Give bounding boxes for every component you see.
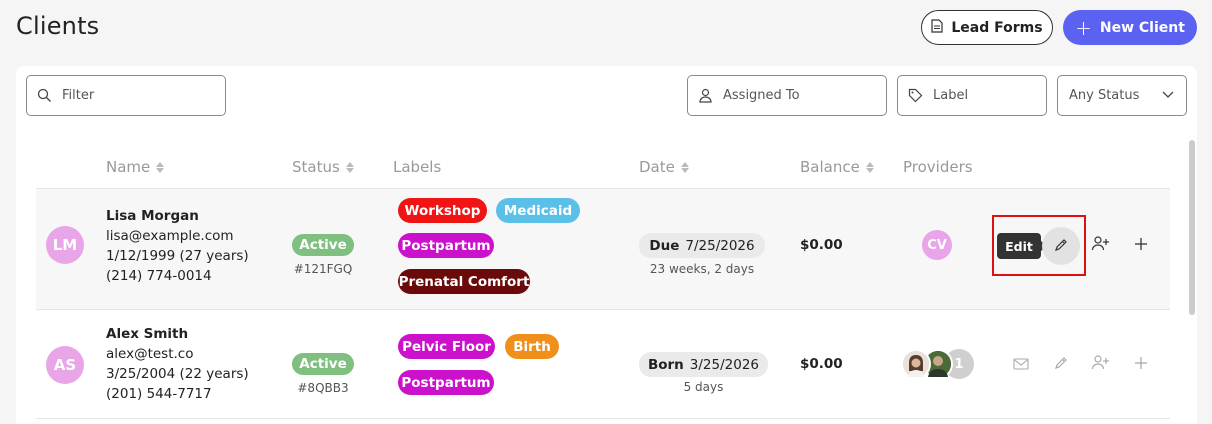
client-info: Lisa Morgan lisa@example.com 1/12/1999 (… — [106, 206, 249, 286]
label-tag: Pelvic Floor — [398, 334, 495, 359]
lead-forms-label: Lead Forms — [951, 19, 1043, 36]
date-detail: 5 days — [683, 380, 724, 394]
column-header-balance[interactable]: Balance — [800, 158, 874, 176]
date-value: 3/25/2026 — [689, 356, 760, 373]
date-pill: Due 7/25/2026 — [639, 233, 765, 258]
highlight-box — [992, 215, 1086, 276]
page-title: Clients — [16, 12, 100, 40]
label-tag: Medicaid — [496, 198, 580, 223]
chevron-down-icon — [1162, 88, 1174, 103]
add-provider-button[interactable] — [1089, 233, 1113, 257]
label-filter[interactable]: Label — [897, 75, 1047, 116]
column-header-labels: Labels — [393, 158, 442, 176]
provider-avatar[interactable] — [901, 349, 931, 379]
client-email: alex@test.co — [106, 346, 194, 362]
plus-icon — [1134, 355, 1148, 374]
status-badge: Active — [292, 353, 354, 375]
date-kind: Due — [649, 237, 680, 254]
user-icon — [698, 88, 713, 103]
edit-button[interactable] — [1049, 352, 1073, 376]
label-tag: Workshop — [398, 198, 487, 223]
client-phone: (201) 544-7717 — [106, 386, 212, 402]
mail-icon — [1013, 355, 1029, 374]
pencil-icon — [1054, 355, 1068, 374]
label-tag: Postpartum — [398, 233, 494, 258]
filter-input[interactable]: Filter — [26, 75, 226, 116]
status-id: #121FGQ — [293, 262, 353, 276]
status-id: #8QBB3 — [297, 381, 349, 395]
column-header-providers: Providers — [903, 158, 973, 176]
client-info: Alex Smith alex@test.co 3/25/2004 (22 ye… — [106, 324, 249, 404]
provider-avatar[interactable]: CV — [922, 230, 952, 260]
status-badge: Active — [292, 234, 354, 256]
filter-placeholder: Filter — [62, 88, 95, 103]
balance-value: $0.00 — [800, 237, 843, 253]
avatar: AS — [46, 346, 84, 384]
client-phone: (214) 774-0014 — [106, 268, 212, 284]
date-value: 7/25/2026 — [685, 237, 755, 254]
sort-icon — [156, 161, 165, 173]
column-header-status[interactable]: Status — [292, 158, 354, 176]
plus-icon: + — [1075, 15, 1092, 40]
column-header-name[interactable]: Name — [106, 158, 165, 176]
label-tag: Birth — [505, 334, 559, 359]
label-placeholder: Label — [933, 88, 969, 103]
sort-icon — [680, 161, 689, 173]
tag-icon — [908, 88, 923, 103]
balance-value: $0.00 — [800, 356, 843, 372]
date-pill: Born 3/25/2026 — [639, 352, 768, 377]
avatar: LM — [46, 226, 84, 264]
add-button[interactable] — [1129, 233, 1153, 257]
label-tag: Prenatal Comfort — [398, 269, 530, 294]
label-tag: Postpartum — [398, 370, 494, 395]
client-dob: 1/12/1999 (27 years) — [106, 248, 249, 264]
client-email: lisa@example.com — [106, 228, 234, 244]
add-provider-button[interactable] — [1089, 352, 1113, 376]
sort-icon — [865, 161, 874, 173]
status-select[interactable]: Any Status — [1057, 75, 1187, 116]
plus-icon — [1134, 236, 1148, 255]
column-header-date[interactable]: Date — [639, 158, 689, 176]
new-client-button[interactable]: + New Client — [1063, 10, 1197, 45]
client-name[interactable]: Alex Smith — [106, 324, 249, 344]
search-icon — [37, 88, 52, 103]
sort-icon — [345, 161, 354, 173]
message-button[interactable] — [1009, 352, 1033, 376]
assigned-to-filter[interactable]: Assigned To — [687, 75, 887, 116]
lead-forms-button[interactable]: Lead Forms — [921, 10, 1053, 45]
status-select-value: Any Status — [1069, 88, 1140, 103]
user-plus-icon — [1091, 235, 1111, 255]
date-detail: 23 weeks, 2 days — [649, 262, 755, 276]
document-icon — [931, 18, 943, 37]
client-name[interactable]: Lisa Morgan — [106, 206, 249, 226]
scrollbar[interactable] — [1189, 140, 1195, 315]
client-dob: 3/25/2004 (22 years) — [106, 366, 249, 382]
add-button[interactable] — [1129, 352, 1153, 376]
assigned-to-placeholder: Assigned To — [723, 88, 800, 103]
date-kind: Born — [647, 356, 684, 373]
new-client-label: New Client — [1099, 19, 1185, 36]
user-plus-icon — [1091, 354, 1111, 374]
